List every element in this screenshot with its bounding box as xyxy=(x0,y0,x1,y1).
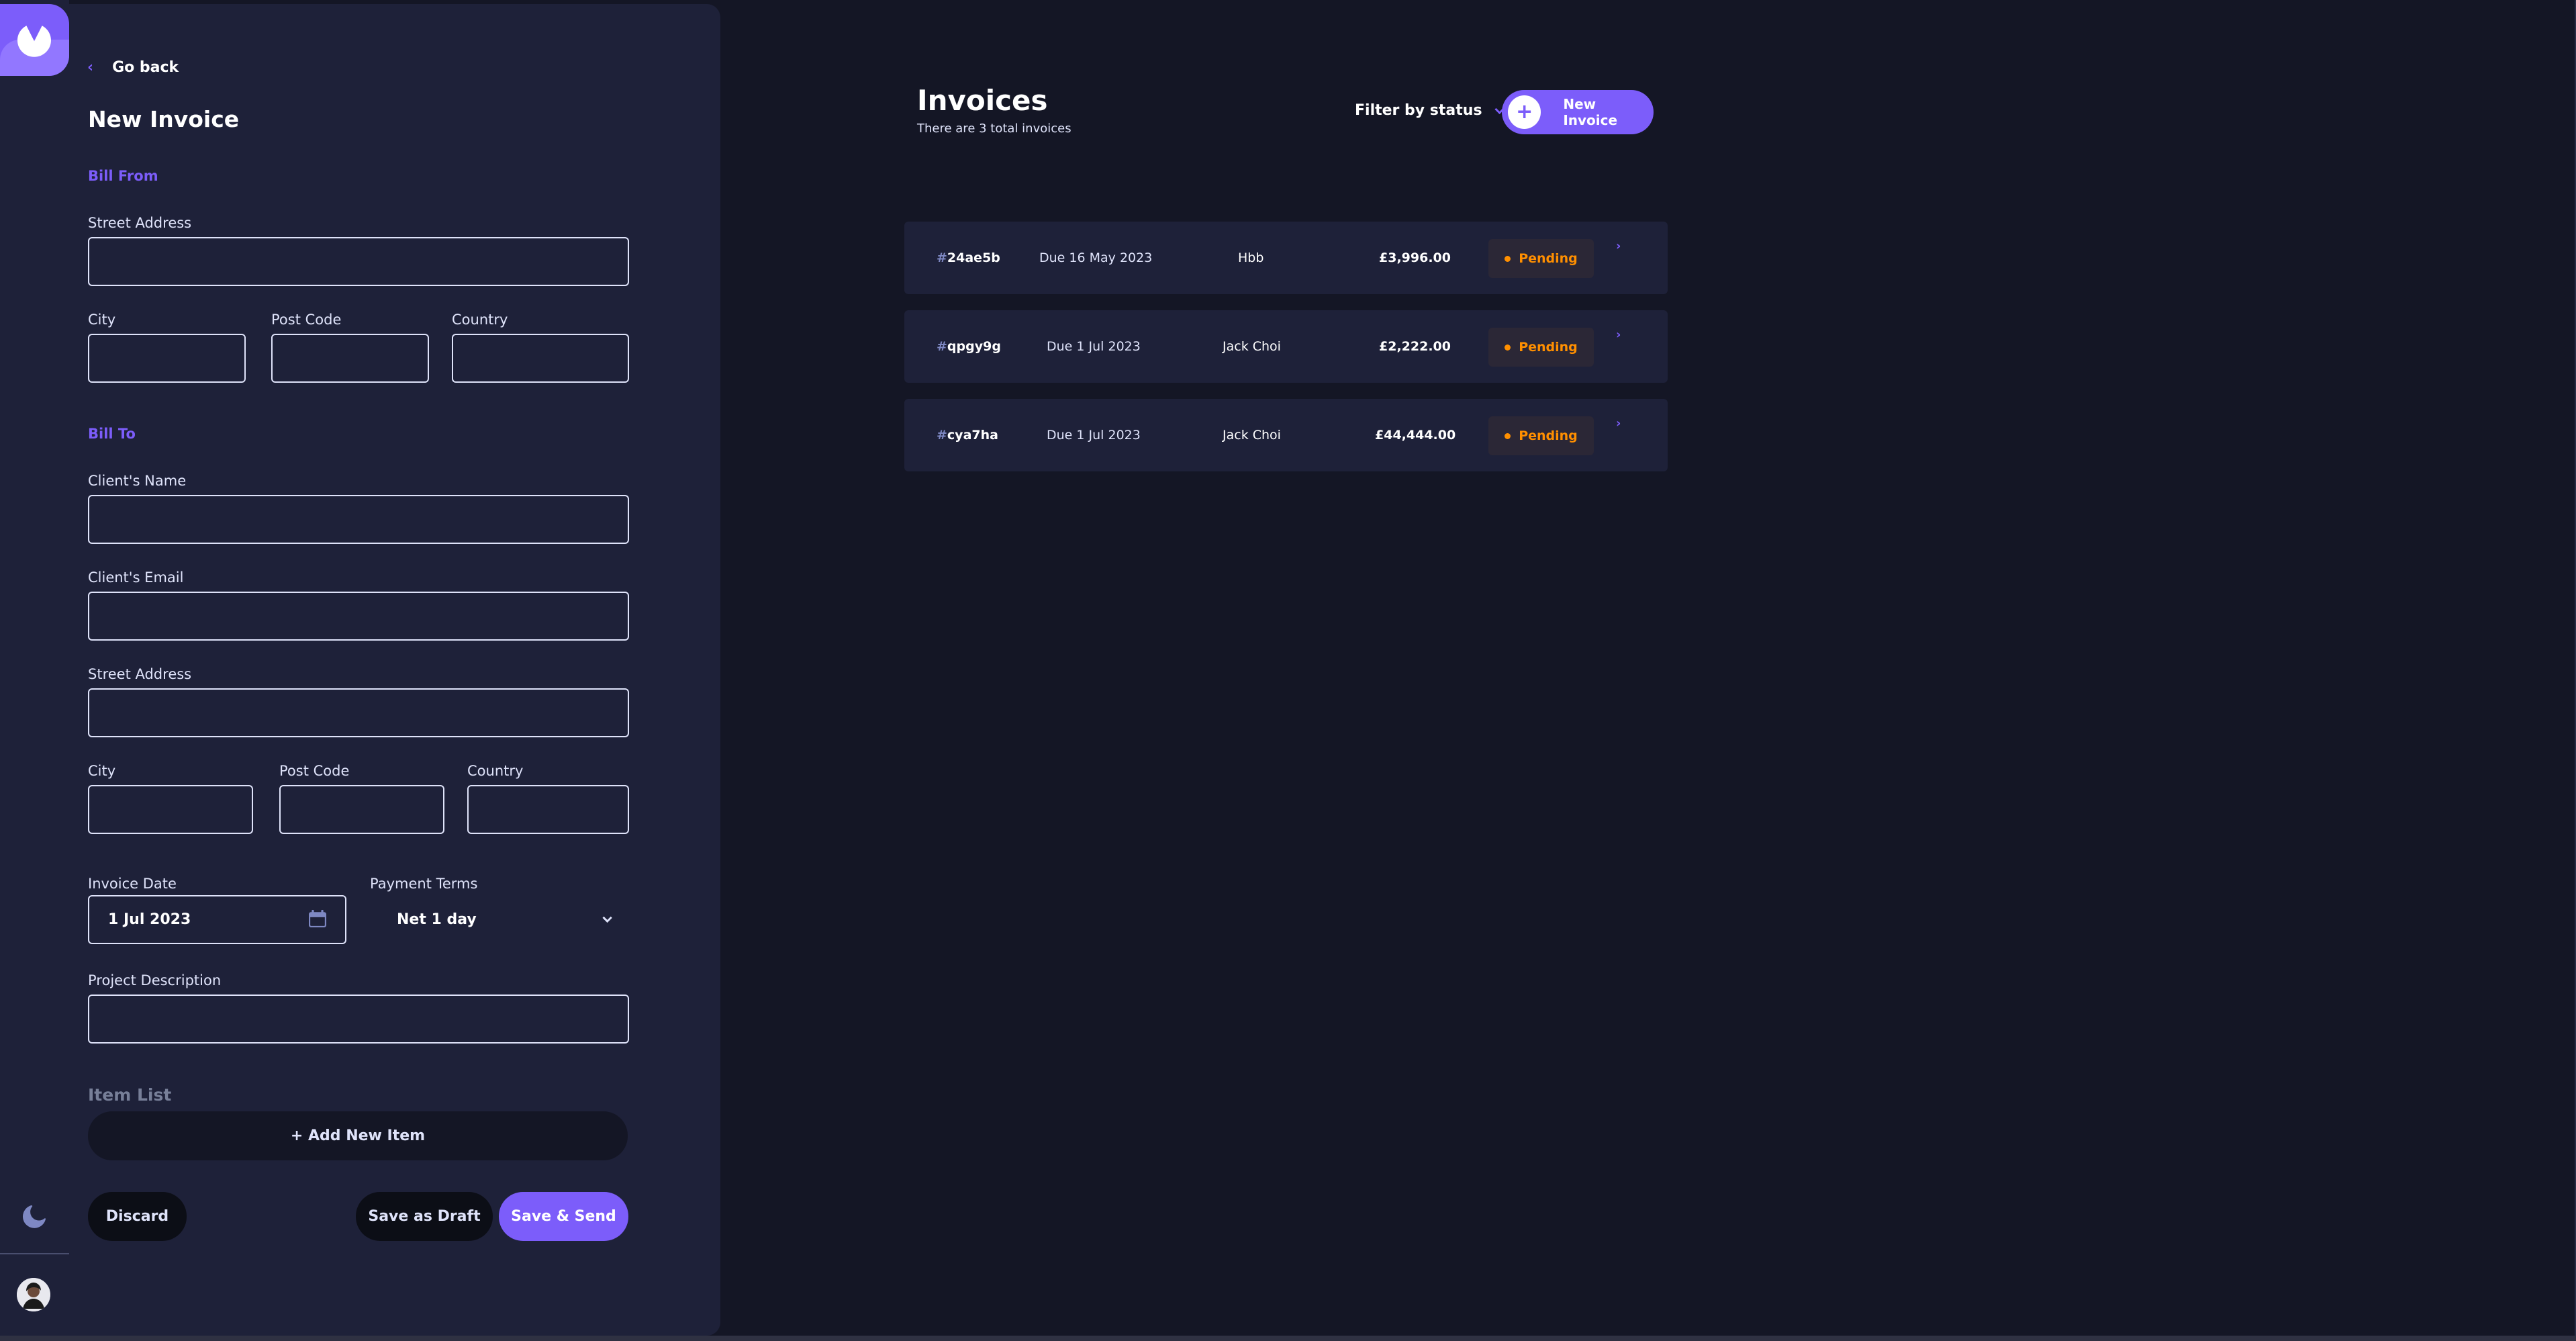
bill-from-heading: Bill From xyxy=(88,168,158,184)
project-description-field[interactable] xyxy=(89,996,628,1042)
invoice-client: Jack Choi xyxy=(1223,428,1281,443)
bill-to-city-field[interactable] xyxy=(89,786,252,833)
chevron-down-icon xyxy=(602,913,613,926)
filter-label: Filter by status xyxy=(1355,102,1482,119)
bill-from-street-field[interactable] xyxy=(89,238,628,285)
bill-to-street-label: Street Address xyxy=(88,666,192,682)
moon-icon[interactable] xyxy=(22,1205,46,1231)
bill-to-city-input[interactable] xyxy=(88,785,253,834)
bill-to-country-input[interactable] xyxy=(467,785,629,834)
new-invoice-button[interactable]: + New Invoice xyxy=(1502,90,1654,134)
client-name-field[interactable] xyxy=(89,496,628,543)
invoice-client: Jack Choi xyxy=(1223,339,1281,354)
add-new-item-button[interactable]: + Add New Item xyxy=(88,1111,628,1160)
bill-to-postcode-label: Post Code xyxy=(279,763,350,779)
invoice-due-date: Due 1 Jul 2023 xyxy=(1047,339,1141,354)
invoice-due-date: Due 1 Jul 2023 xyxy=(1047,428,1141,443)
bill-to-postcode-field[interactable] xyxy=(281,786,443,833)
go-back-label: Go back xyxy=(112,59,179,76)
status-dot xyxy=(1505,432,1511,439)
bill-to-street-field[interactable] xyxy=(89,690,628,736)
invoice-client: Hbb xyxy=(1238,250,1264,265)
page-title: Invoices xyxy=(917,84,1048,117)
status-badge: Pending xyxy=(1488,239,1594,278)
logo-icon xyxy=(17,26,51,57)
invoice-amount: £3,996.00 xyxy=(1379,250,1451,265)
chevron-left-icon: ‹ xyxy=(87,59,94,76)
go-back-link[interactable]: ‹ Go back xyxy=(87,59,179,76)
project-description-label: Project Description xyxy=(88,972,222,988)
invoice-amount: £2,222.00 xyxy=(1379,339,1451,354)
chevron-right-icon: › xyxy=(1616,239,1621,253)
save-as-draft-button[interactable]: Save as Draft xyxy=(356,1192,493,1241)
bill-from-street-label: Street Address xyxy=(88,215,192,231)
invoice-row[interactable]: # qpgy9g Due 1 Jul 2023 Jack Choi £2,222.… xyxy=(904,310,1668,383)
invoice-id: #24ae5b xyxy=(937,250,1000,265)
bill-from-postcode-label: Post Code xyxy=(271,312,342,328)
bill-from-postcode-field[interactable] xyxy=(273,335,428,381)
invoice-count: There are 3 total invoices xyxy=(917,122,1071,136)
invoice-amount: £44,444.00 xyxy=(1375,428,1456,443)
rail-divider xyxy=(0,1253,69,1254)
avatar-icon[interactable] xyxy=(17,1278,50,1311)
client-email-label: Client's Email xyxy=(88,569,184,586)
item-list-heading: Item List xyxy=(88,1085,172,1105)
bill-from-postcode-input[interactable] xyxy=(271,334,429,383)
form-title: New Invoice xyxy=(88,106,240,132)
client-name-input[interactable] xyxy=(88,495,629,544)
status-badge: Pending xyxy=(1488,328,1594,367)
plus-icon: + xyxy=(1508,95,1541,129)
bill-to-city-label: City xyxy=(88,763,116,779)
chevron-right-icon: › xyxy=(1616,416,1621,430)
bill-to-country-field[interactable] xyxy=(469,786,628,833)
chevron-right-icon: › xyxy=(1616,328,1621,342)
status-dot xyxy=(1505,255,1511,262)
bill-from-street-input[interactable] xyxy=(88,237,629,286)
payment-terms-value: Net 1 day xyxy=(397,911,477,928)
project-description-input[interactable] xyxy=(88,995,629,1044)
bill-to-postcode-input[interactable] xyxy=(279,785,444,834)
bill-from-country-label: Country xyxy=(452,312,508,328)
save-and-send-button[interactable]: Save & Send xyxy=(499,1192,628,1241)
payment-terms-select[interactable]: Net 1 day xyxy=(370,895,632,944)
bill-to-country-label: Country xyxy=(467,763,524,779)
client-email-input[interactable] xyxy=(88,592,629,641)
client-email-field[interactable] xyxy=(89,593,628,639)
invoice-date-picker[interactable]: 1 Jul 2023 xyxy=(88,895,346,944)
bill-from-country-input[interactable] xyxy=(452,334,629,383)
payment-terms-label: Payment Terms xyxy=(370,876,478,892)
invoice-row[interactable]: #24ae5b Due 16 May 2023 Hbb £3,996.00 Pe… xyxy=(904,222,1668,294)
bill-to-street-input[interactable] xyxy=(88,688,629,737)
invoice-date-label: Invoice Date xyxy=(88,876,177,892)
status-badge: Pending xyxy=(1488,416,1594,455)
window-bottom-edge xyxy=(0,1336,2576,1341)
bill-to-heading: Bill To xyxy=(88,426,136,442)
invoice-id: # qpgy9g xyxy=(937,339,1001,354)
new-invoice-label: New Invoice xyxy=(1563,96,1618,128)
logo[interactable] xyxy=(0,4,69,76)
invoice-id: # cya7ha xyxy=(937,428,998,443)
bill-from-country-field[interactable] xyxy=(453,335,628,381)
invoice-date-value: 1 Jul 2023 xyxy=(108,911,191,928)
status-dot xyxy=(1505,344,1511,351)
filter-by-status-dropdown[interactable]: Filter by status xyxy=(1355,102,1505,119)
invoice-row[interactable]: # cya7ha Due 1 Jul 2023 Jack Choi £44,444… xyxy=(904,399,1668,471)
client-name-label: Client's Name xyxy=(88,473,187,489)
bill-from-city-input[interactable] xyxy=(88,334,246,383)
bill-from-city-field[interactable] xyxy=(89,335,244,381)
discard-button[interactable]: Discard xyxy=(88,1192,187,1241)
calendar-icon xyxy=(309,909,326,930)
invoice-due-date: Due 16 May 2023 xyxy=(1039,250,1153,265)
nav-rail xyxy=(0,0,69,1341)
bill-from-city-label: City xyxy=(88,312,116,328)
